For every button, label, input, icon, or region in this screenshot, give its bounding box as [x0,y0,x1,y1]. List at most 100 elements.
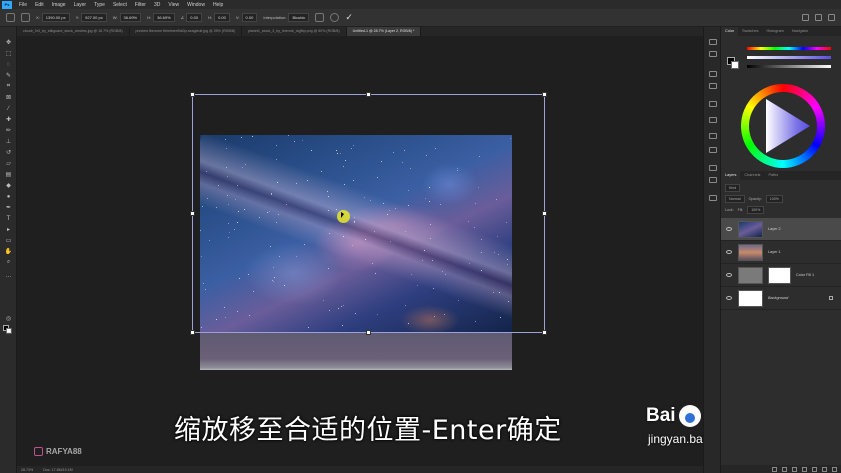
transform-handle-right[interactable] [542,211,547,216]
adjustments-panel-icon[interactable] [709,101,717,107]
saturation-slider[interactable] [747,56,831,59]
layer-row[interactable]: Color Fill 1 [721,264,841,287]
brush-settings-icon[interactable] [709,71,717,77]
layer-filter-select[interactable]: Kind [725,184,741,192]
brushes-panel-icon[interactable] [709,83,717,89]
tab-swatches[interactable]: Swatches [738,27,762,36]
eye-icon[interactable] [726,296,732,300]
search-icon[interactable] [802,14,809,21]
layer-name[interactable]: Color Fill 1 [796,273,814,277]
layer-name[interactable]: Background [768,296,788,300]
tab-channels[interactable]: Channels [740,171,764,180]
transform-handle-bottom[interactable] [366,330,371,335]
brightness-slider[interactable] [747,65,831,68]
fill-field[interactable]: 100% [747,206,765,214]
history-brush-icon[interactable]: ↺ [4,149,13,156]
transform-handle-top-left[interactable] [190,92,195,97]
screen-mode-icon[interactable]: ▢ [4,327,13,334]
transform-handle-bottom-left[interactable] [190,330,195,335]
character-panel-icon[interactable] [709,165,717,171]
quick-mask-icon[interactable]: ◎ [4,315,13,322]
transform-handle-top-right[interactable] [542,92,547,97]
cancel-transform-icon[interactable] [330,13,340,22]
width-field[interactable]: 36.69% [119,13,142,22]
tab-navigator[interactable]: Navigator [788,27,812,36]
healing-brush-icon[interactable]: ✚ [4,116,13,123]
transform-handle-left[interactable] [190,211,195,216]
menu-type[interactable]: Type [90,2,109,8]
quick-select-tool-icon[interactable]: ✎ [4,72,13,79]
rectangle-tool-icon[interactable]: ▭ [4,237,13,244]
hand-tool-icon[interactable]: ✋ [4,248,13,255]
delete-layer-icon[interactable] [832,466,837,472]
y-field[interactable]: 927.00 px [81,13,107,22]
layer-row[interactable]: Layer 2 [721,218,841,241]
layer-name[interactable]: Layer 1 [768,250,781,254]
menu-window[interactable]: Window [183,2,209,8]
brush-tool-icon[interactable]: ✏ [4,127,13,134]
commit-transform-icon[interactable]: ✓ [345,12,353,23]
eye-icon[interactable] [726,273,732,277]
more-tools-icon[interactable]: … [4,272,13,279]
tab-color[interactable]: Color [721,27,739,36]
layers-panel-icon[interactable] [709,195,717,201]
lasso-tool-icon[interactable]: ◌ [4,61,13,68]
menu-3d[interactable]: 3D [150,2,164,8]
path-select-icon[interactable]: ▸ [4,226,13,233]
paragraph-panel-icon[interactable] [709,177,717,183]
hue-slider[interactable] [747,47,831,50]
share-icon[interactable] [828,14,835,21]
x-field[interactable]: 1390.00 px [41,13,70,22]
menu-layer[interactable]: Layer [70,2,91,8]
menu-image[interactable]: Image [48,2,70,8]
layer-style-icon[interactable] [782,466,787,472]
tab-document-active[interactable]: Untitled-1 @ 28.7% (Layer 2, RGB/8) * [346,27,422,36]
workspace-icon[interactable] [815,14,822,21]
actions-panel-icon[interactable] [709,51,717,57]
layer-row[interactable]: Background [721,287,841,310]
eye-icon[interactable] [726,250,732,254]
menu-file[interactable]: File [15,2,31,8]
menu-help[interactable]: Help [209,2,227,8]
layer-row[interactable]: Layer 1 [721,241,841,264]
height-field[interactable]: 36.69% [153,13,175,22]
transform-handle-top[interactable] [366,92,371,97]
tab-layers[interactable]: Layers [721,171,741,180]
clone-stamp-icon[interactable]: ⊥ [4,138,13,145]
color-panel-background-swatch[interactable] [731,61,739,69]
menu-edit[interactable]: Edit [31,2,48,8]
tab-paths[interactable]: Paths [764,171,782,180]
blend-mode-select[interactable]: Normal [725,195,745,203]
type-tool-icon[interactable]: T [4,215,13,222]
home-icon[interactable] [6,13,15,22]
adjustment-layer-icon[interactable] [802,466,807,472]
pen-tool-icon[interactable]: ✒ [4,204,13,211]
new-group-icon[interactable] [812,466,817,472]
interpolation-select[interactable]: Bicubic [288,13,310,22]
warp-icon[interactable] [315,13,325,22]
marquee-tool-icon[interactable]: ⬚ [4,50,13,57]
transform-handle-bottom-right[interactable] [542,330,547,335]
properties-panel-icon[interactable] [709,117,717,123]
tab-document-1[interactable]: cloudr_0r3_by_stlkguard_stock_dmdrns.jpg… [17,27,130,36]
move-tool-icon[interactable]: ✥ [4,39,13,46]
tab-document-3[interactable]: planet1_stock_3_by_linerork_dqjfbp.png @… [242,27,347,36]
eraser-tool-icon[interactable]: ▱ [4,160,13,167]
eyedropper-tool-icon[interactable]: ⁄ [4,105,13,112]
opacity-field[interactable]: 100% [765,195,783,203]
styles-panel-icon[interactable] [709,147,717,153]
tab-histogram[interactable]: Histogram [763,27,788,36]
dodge-tool-icon[interactable]: ● [4,193,13,200]
zoom-tool-icon[interactable]: ⌕ [4,259,13,266]
free-transform-bounding-box[interactable] [190,92,547,335]
history-panel-icon[interactable] [709,39,717,45]
blur-tool-icon[interactable]: ◆ [4,182,13,189]
frame-tool-icon[interactable]: ⊠ [4,94,13,101]
v-skew-field[interactable]: 0.00 [241,13,258,22]
crop-tool-icon[interactable]: ⌗ [4,83,13,90]
layer-name[interactable]: Layer 2 [768,227,781,231]
add-mask-icon[interactable] [792,466,797,472]
zoom-level[interactable]: 28.73% [21,468,33,472]
menu-view[interactable]: View [164,2,183,8]
transform-tool-icon[interactable] [21,13,30,22]
